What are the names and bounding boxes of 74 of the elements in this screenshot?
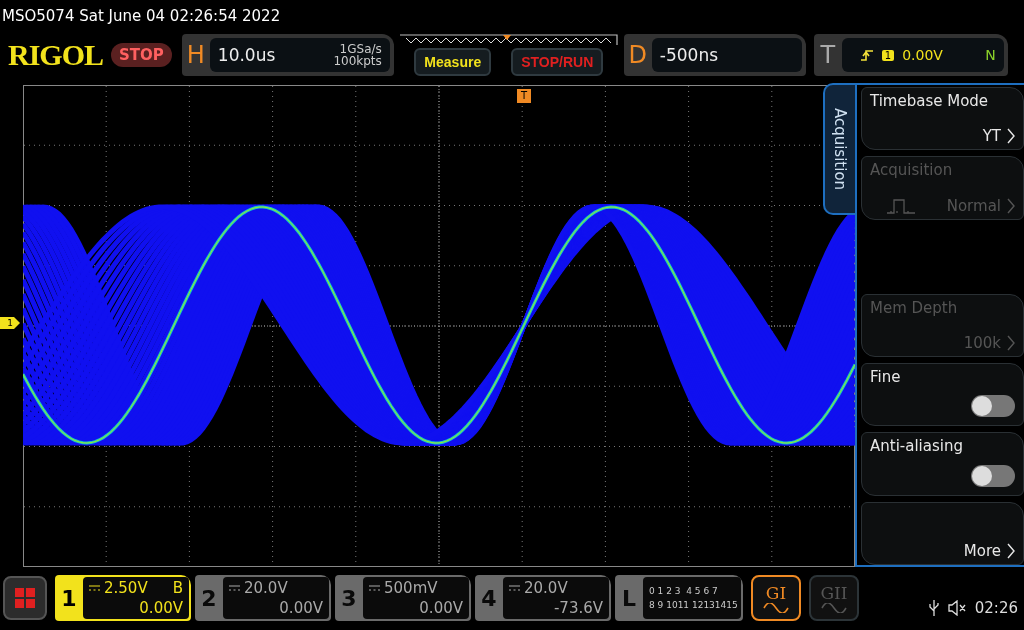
channel-panel[interactable]: 1 2.50V B 0.00V	[55, 575, 191, 621]
sine-icon	[763, 603, 789, 613]
horizontal-letter: H	[185, 41, 206, 69]
select-menu-item[interactable]: Timebase Mode YT	[861, 87, 1024, 151]
grid-icon	[14, 587, 36, 609]
rising-edge-icon	[859, 48, 874, 62]
brand-logo: RIGOL	[8, 38, 104, 72]
channel-offset: 0.00V	[419, 598, 463, 618]
chevron-right-icon	[1007, 335, 1015, 351]
measure-button[interactable]: Measure	[414, 48, 492, 76]
dc-coupling-icon	[89, 585, 100, 591]
menu-item-label: Fine	[870, 368, 902, 386]
dc-coupling-icon	[229, 585, 240, 591]
usb-icon	[928, 599, 939, 617]
channel-number: 2	[200, 584, 218, 613]
channel-offset: 0.00V	[279, 598, 323, 618]
bandwidth-limit-label: B	[172, 578, 183, 598]
channel-scale: 500mV	[384, 578, 438, 598]
menu-item-label: Mem Depth	[870, 298, 959, 317]
channel-number: 3	[340, 584, 358, 613]
menu-item-label: Timebase Mode	[870, 92, 990, 110]
toggle-switch[interactable]	[971, 395, 1015, 418]
run-state-badge: STOP	[111, 43, 172, 67]
chevron-right-icon	[1007, 128, 1015, 145]
trigger-level: 0.00V	[902, 47, 943, 63]
channel-number: 4	[480, 584, 498, 613]
waveform-overview-icon	[398, 34, 620, 46]
channel-scale: 2.50V	[104, 578, 148, 598]
trigger-letter: T	[819, 41, 837, 69]
channel-panel[interactable]: 2 20.0V 0.00V	[195, 575, 331, 621]
toggle-menu-item[interactable]: Fine	[861, 363, 1024, 427]
delay-panel[interactable]: D -500ns	[623, 34, 806, 76]
dc-coupling-icon	[369, 585, 380, 591]
dc-coupling-icon	[509, 585, 520, 591]
stop-run-button[interactable]: STOP/RUN	[511, 48, 604, 76]
logic-channel-row-text: 0 1 2 3 4 5 6 7	[649, 585, 719, 598]
trigger-mode: N	[985, 47, 996, 63]
mute-icon	[946, 600, 967, 616]
chevron-right-icon	[1007, 542, 1015, 559]
trigger-panel[interactable]: T 1 0.00V N	[813, 34, 1008, 76]
trigger-position-marker[interactable]: T	[517, 89, 531, 103]
logic-panel[interactable]: L 0 1 2 3 4 5 6 7 8 9 1011 12131415	[615, 575, 743, 621]
channel-panel[interactable]: 3 500mV 0.00V	[335, 575, 471, 621]
menu-item-value: Normal	[946, 196, 1001, 215]
channel-panel[interactable]: 4 20.0V -73.6V	[475, 575, 611, 621]
menu-item-value: More	[963, 541, 1001, 560]
channel-scale: 20.0V	[244, 578, 288, 598]
menu-item-value: YT	[982, 127, 1001, 146]
logic-channel-row-text: 8 9 1011 12131415	[649, 599, 739, 612]
toggle-switch[interactable]	[971, 464, 1015, 487]
app-menu-button[interactable]	[3, 576, 47, 620]
chevron-right-icon	[1007, 197, 1015, 214]
delay-letter: D	[627, 41, 649, 69]
clock-time: 02:26	[974, 599, 1018, 617]
menu-item-label: Acquisition	[870, 161, 954, 180]
menu-item-label: Anti-aliasing	[870, 437, 964, 456]
logic-letter: L	[621, 584, 637, 613]
select-menu-item[interactable]: More	[861, 501, 1024, 565]
channel-number: 1	[60, 584, 78, 613]
toggle-menu-item[interactable]: Anti-aliasing	[861, 432, 1024, 496]
generator-button[interactable]: GI	[751, 575, 801, 621]
device-title: MSO5074 Sat June 04 02:26:54 2022	[1, 6, 281, 27]
trigger-source-badge: 1	[881, 49, 895, 61]
menu-item-value: 100k	[963, 334, 1001, 352]
channel-offset-marker[interactable]: 1	[0, 317, 20, 329]
channel-scale: 20.0V	[524, 578, 568, 598]
channel-offset: 0.00V	[139, 598, 183, 618]
delay-value-field: -500ns	[651, 38, 802, 72]
pulse-icon	[886, 197, 916, 214]
horizontal-panel[interactable]: H 10.0us 1GSa/s 100kpts	[181, 34, 394, 76]
horizontal-value-field: 10.0us 1GSa/s 100kpts	[209, 38, 390, 72]
sine-icon	[821, 603, 847, 613]
channel-offset: -73.6V	[553, 598, 603, 618]
acquisition-menu-tab[interactable]: Acquisition	[823, 83, 855, 215]
